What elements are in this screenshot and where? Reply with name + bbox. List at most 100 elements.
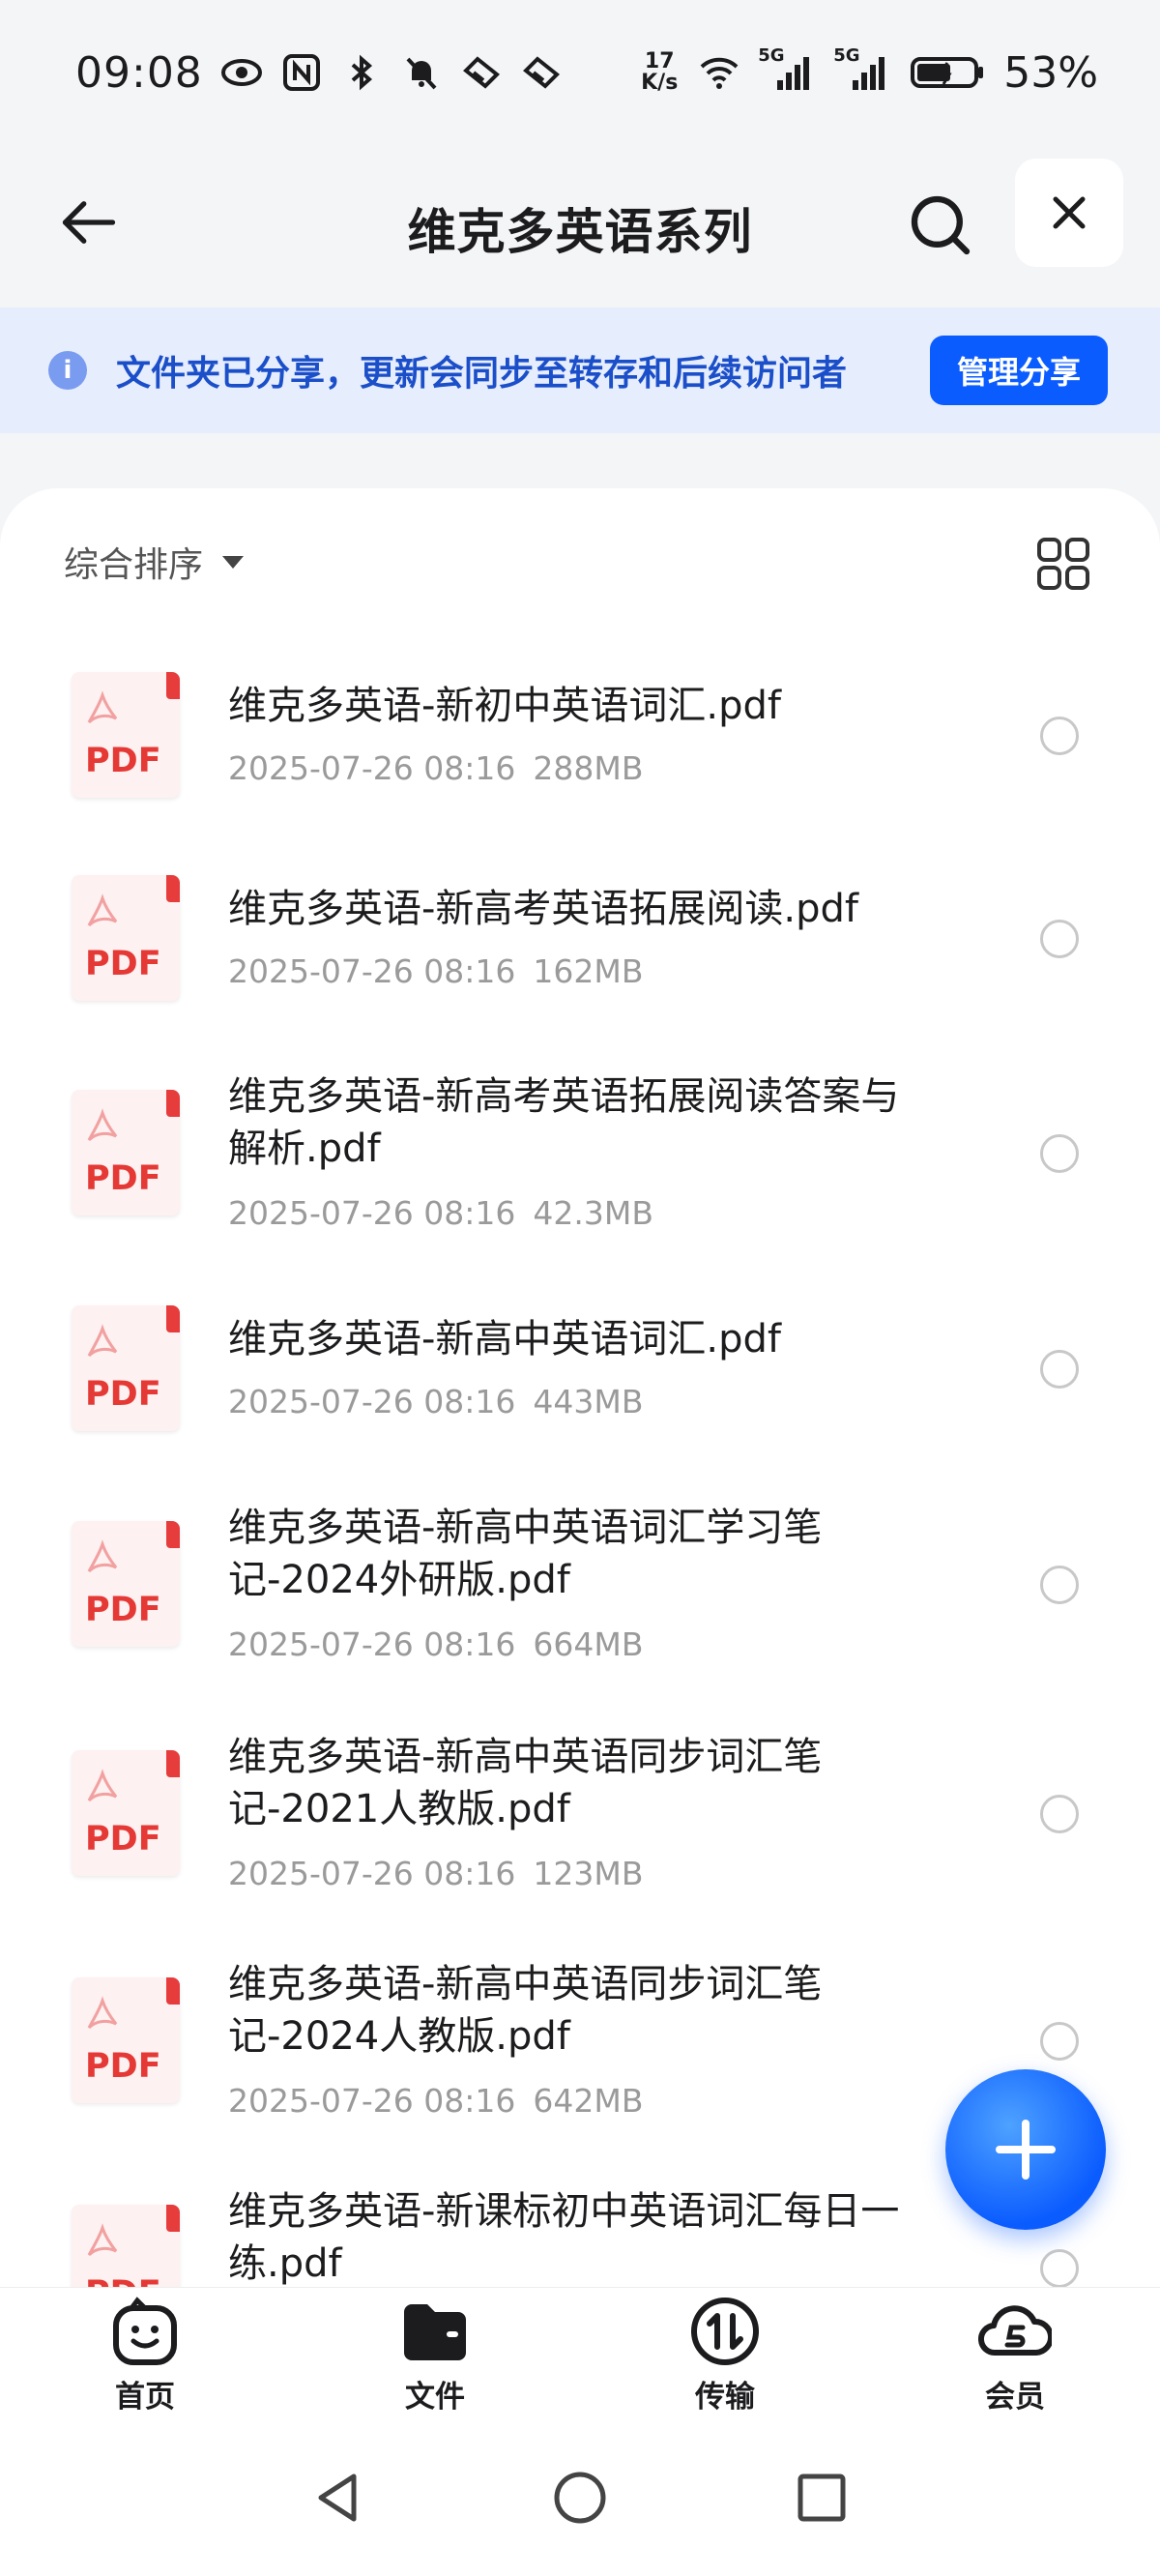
folder-icon xyxy=(404,2304,466,2360)
signal-icon: 5G xyxy=(833,45,891,94)
select-radio[interactable] xyxy=(1040,1795,1079,1833)
select-radio[interactable] xyxy=(1040,920,1079,958)
file-meta: 2025-07-26 08:16 42.3MB xyxy=(228,1194,671,1232)
status-bar: 09:08 17 K/s 5G 5G 53% xyxy=(0,0,1160,145)
select-radio[interactable] xyxy=(1040,1350,1079,1389)
nav-label: 会员 xyxy=(985,2380,1045,2415)
share-banner: i 文件夹已分享，更新会同步至转存和后续访问者 管理分享 xyxy=(0,307,1160,433)
nav-label: 首页 xyxy=(115,2380,175,2415)
pdf-label: PDF xyxy=(85,1591,161,1629)
sort-label: 综合排序 xyxy=(64,545,204,585)
file-meta: 2025-07-26 08:16 642MB xyxy=(228,2082,660,2120)
pdf-label: PDF xyxy=(85,1375,161,1414)
circle-home-icon xyxy=(554,2472,606,2523)
grid-view-toggle[interactable] xyxy=(1036,537,1090,591)
file-size: 42.3MB xyxy=(533,1194,653,1232)
pdf-file-icon: PDF xyxy=(72,1305,180,1431)
search-button[interactable] xyxy=(899,184,982,267)
battery-icon xyxy=(909,51,986,94)
file-list-card: 综合排序 PDF 维克多英语-新初中英语词汇.pdf 2025-07-26 08… xyxy=(0,488,1160,2287)
system-recents-button[interactable] xyxy=(793,2469,851,2531)
file-date: 2025-07-26 08:16 xyxy=(228,749,516,787)
pdf-file-icon: PDF xyxy=(72,875,180,1001)
file-date: 2025-07-26 08:16 xyxy=(228,952,516,990)
file-size: 642MB xyxy=(533,2082,644,2120)
network-type: 5G xyxy=(833,45,860,66)
net-speed: 17 K/s xyxy=(638,51,681,94)
file-name: 维克多英语-新高中英语同步词汇笔记-2024人教版.pdf xyxy=(228,1962,823,2059)
nav-label: 文件 xyxy=(405,2380,465,2415)
caret-down-icon xyxy=(222,555,245,569)
pdf-label: PDF xyxy=(85,945,161,983)
pdf-file-icon: PDF xyxy=(72,1977,180,2103)
file-size: 664MB xyxy=(533,1625,644,1663)
vip-cloud-icon xyxy=(978,2305,1052,2356)
file-meta: 2025-07-26 08:16 123MB xyxy=(228,1855,660,1892)
file-name: 维克多英语-新高中英语词汇学习笔记-2024外研版.pdf xyxy=(228,1506,823,1602)
select-radio[interactable] xyxy=(1040,1566,1079,1604)
file-size: 288MB xyxy=(533,749,644,787)
eye-icon xyxy=(220,51,263,94)
file-size: 162MB xyxy=(533,952,644,990)
add-button[interactable] xyxy=(945,2069,1106,2230)
nav-label: 传输 xyxy=(695,2380,755,2415)
header: 维克多英语系列 xyxy=(0,145,1160,309)
bottom-nav: 首页 文件 传输 会员 xyxy=(0,2287,1160,2422)
pdf-label: PDF xyxy=(85,1159,161,1198)
sort-dropdown[interactable]: 综合排序 xyxy=(64,537,245,587)
select-radio[interactable] xyxy=(1040,2022,1079,2061)
page-title: 维克多英语系列 xyxy=(407,204,753,260)
select-radio[interactable] xyxy=(1040,2249,1079,2287)
pdf-label: PDF xyxy=(85,2047,161,2086)
nav-home[interactable]: 首页 xyxy=(48,2295,242,2415)
plus-icon xyxy=(996,2120,1056,2180)
pdf-file-icon: PDF xyxy=(72,672,180,798)
app-icon xyxy=(520,51,563,94)
file-meta: 2025-07-26 08:16 443MB xyxy=(228,1383,660,1420)
file-date: 2025-07-26 08:16 xyxy=(228,1383,516,1420)
nav-files[interactable]: 文件 xyxy=(338,2295,532,2415)
signal-icon: 5G xyxy=(758,45,816,94)
search-icon xyxy=(911,195,971,255)
file-size: 123MB xyxy=(533,1855,644,1892)
share-notice-text: 文件夹已分享，更新会同步至转存和后续访问者 xyxy=(116,354,848,394)
file-date: 2025-07-26 08:16 xyxy=(228,1625,516,1663)
app-icon xyxy=(460,51,503,94)
status-right: 17 K/s 5G 5G 53% xyxy=(638,45,1098,98)
network-type: 5G xyxy=(758,45,785,66)
pdf-file-icon: PDF xyxy=(72,1090,180,1215)
transfer-icon xyxy=(691,2298,759,2365)
close-icon xyxy=(1053,196,1086,229)
select-radio[interactable] xyxy=(1040,717,1079,755)
nav-transfer[interactable]: 传输 xyxy=(628,2295,822,2415)
file-name: 维克多英语-新课标初中英语词汇每日一练.pdf xyxy=(228,2189,900,2286)
select-radio[interactable] xyxy=(1040,1134,1079,1173)
file-name: 维克多英语-新高考英语拓展阅读答案与解析.pdf xyxy=(228,1074,900,1171)
system-home-button[interactable] xyxy=(551,2469,609,2531)
info-icon: i xyxy=(48,351,87,390)
nav-vip[interactable]: 会员 xyxy=(918,2295,1112,2415)
close-button[interactable] xyxy=(1015,159,1123,267)
file-date: 2025-07-26 08:16 xyxy=(228,1194,516,1232)
pdf-label: PDF xyxy=(85,1820,161,1859)
status-time: 09:08 xyxy=(75,47,203,98)
nfc-icon xyxy=(280,51,323,94)
system-back-button[interactable] xyxy=(309,2469,367,2531)
net-speed-unit: K/s xyxy=(641,71,679,95)
file-date: 2025-07-26 08:16 xyxy=(228,1855,516,1892)
manage-share-button[interactable]: 管理分享 xyxy=(930,336,1108,405)
square-recents-icon xyxy=(798,2474,846,2521)
pdf-file-icon: PDF xyxy=(72,1521,180,1647)
file-meta: 2025-07-26 08:16 288MB xyxy=(228,749,660,787)
pdf-label: PDF xyxy=(85,2274,161,2287)
bluetooth-icon xyxy=(340,51,383,94)
file-meta: 2025-07-26 08:16 162MB xyxy=(228,952,660,990)
file-name: 维克多英语-新高考英语拓展阅读.pdf xyxy=(228,887,859,931)
mute-icon xyxy=(400,51,443,94)
battery-percent: 53% xyxy=(1003,47,1098,98)
page: 09:08 17 K/s 5G 5G 53% 维克多英语系列 i 文件夹已分享，… xyxy=(0,0,1160,2576)
triangle-back-icon xyxy=(318,2474,357,2521)
file-meta: 2025-07-26 08:16 664MB xyxy=(228,1625,660,1663)
file-name: 维克多英语-新初中英语词汇.pdf xyxy=(228,684,782,728)
pdf-label: PDF xyxy=(85,742,161,780)
